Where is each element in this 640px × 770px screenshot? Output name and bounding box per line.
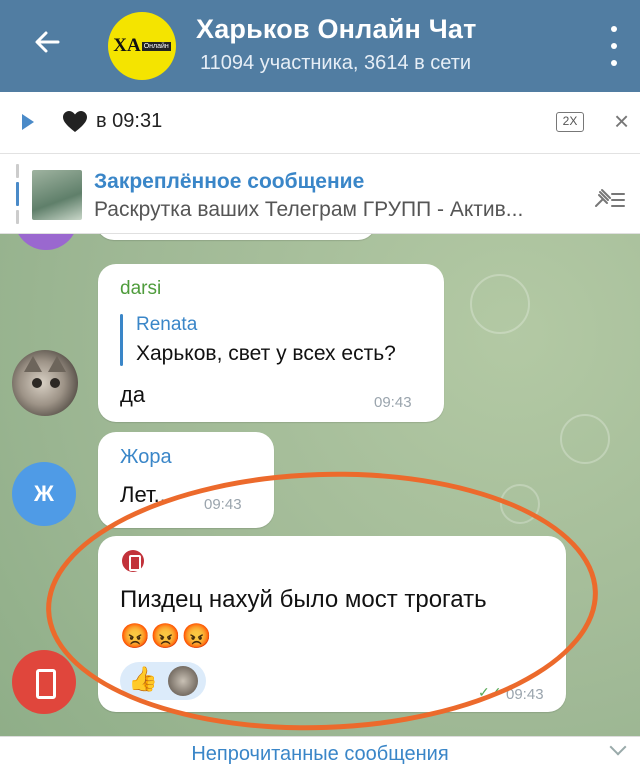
user-avatar[interactable] <box>12 350 78 416</box>
message-sender[interactable]: Жора <box>120 446 172 469</box>
wallpaper-doodle <box>560 414 610 464</box>
user-avatar[interactable] <box>12 650 76 714</box>
play-icon[interactable] <box>22 114 34 130</box>
message-time: 09:43 <box>374 394 412 411</box>
angry-emoji-icons: 😡😡😡 <box>120 623 213 650</box>
message-sender[interactable]: darsi <box>120 278 161 300</box>
back-arrow-icon[interactable] <box>28 22 68 62</box>
reply-indicator <box>120 314 123 366</box>
user-avatar[interactable]: Ж <box>12 462 76 526</box>
message-bubble[interactable]: darsi Renata Харьков, свет у всех есть? … <box>98 264 444 422</box>
chat-header: ХА Онлайн Харьков Онлайн Чат 11094 участ… <box>0 0 640 92</box>
user-avatar[interactable] <box>14 234 78 250</box>
reply-sender[interactable]: Renata <box>136 314 197 336</box>
thumbs-up-icon: 👍 <box>128 666 158 693</box>
chat-avatar-text: ХА <box>113 35 141 56</box>
message-bubble[interactable]: Пиздец нахуй было мост трогать 😡😡😡 👍 ✓✓ … <box>98 536 566 712</box>
pinned-thumbnail <box>32 170 82 220</box>
unread-messages-bar[interactable]: Непрочитанные сообщения <box>0 736 640 770</box>
playback-speed-button[interactable]: 2X <box>556 112 584 132</box>
reactor-avatar <box>168 666 198 696</box>
pinned-title: Закреплённое сообщение <box>94 170 365 193</box>
chat-area[interactable]: darsi Renata Харьков, свет у всех есть? … <box>0 234 640 736</box>
message-time: 09:43 <box>506 686 544 703</box>
sender-mini-avatar[interactable] <box>122 550 144 572</box>
message-bubble[interactable]: Жора Лет... 09:43 <box>98 432 274 528</box>
wallpaper-doodle <box>470 274 530 334</box>
chat-avatar[interactable]: ХА Онлайн <box>108 12 176 80</box>
pinned-message-bar[interactable]: Закреплённое сообщение Раскрутка ваших Т… <box>0 154 640 234</box>
message-text: да <box>120 382 146 407</box>
chat-title[interactable]: Харьков Онлайн Чат <box>196 14 477 45</box>
chat-subtitle: 11094 участника, 3614 в сети <box>200 52 472 74</box>
audio-player-bar: в 09:31 2X × <box>0 92 640 154</box>
message-text: Лет... <box>120 482 172 507</box>
heart-icon <box>63 111 87 132</box>
message-bubble[interactable] <box>96 234 376 240</box>
reaction-chip[interactable]: 👍 <box>120 662 206 700</box>
message-time: 09:43 <box>204 496 242 513</box>
pin-list-icon[interactable] <box>592 186 626 212</box>
more-menu-icon[interactable] <box>608 26 620 66</box>
unread-messages-label: Непрочитанные сообщения <box>191 743 449 765</box>
chat-avatar-small-text: Онлайн <box>141 41 171 51</box>
read-check-icon: ✓✓ <box>478 684 502 700</box>
close-player-icon[interactable]: × <box>614 108 629 134</box>
reply-text[interactable]: Харьков, свет у всех есть? <box>136 342 396 366</box>
pinned-indicator <box>16 164 19 226</box>
wallpaper-doodle <box>500 484 540 524</box>
message-text: Пиздец нахуй было мост трогать <box>120 586 487 613</box>
player-title: в 09:31 <box>96 110 163 132</box>
pinned-text: Раскрутка ваших Телеграм ГРУПП - Актив..… <box>94 198 524 221</box>
